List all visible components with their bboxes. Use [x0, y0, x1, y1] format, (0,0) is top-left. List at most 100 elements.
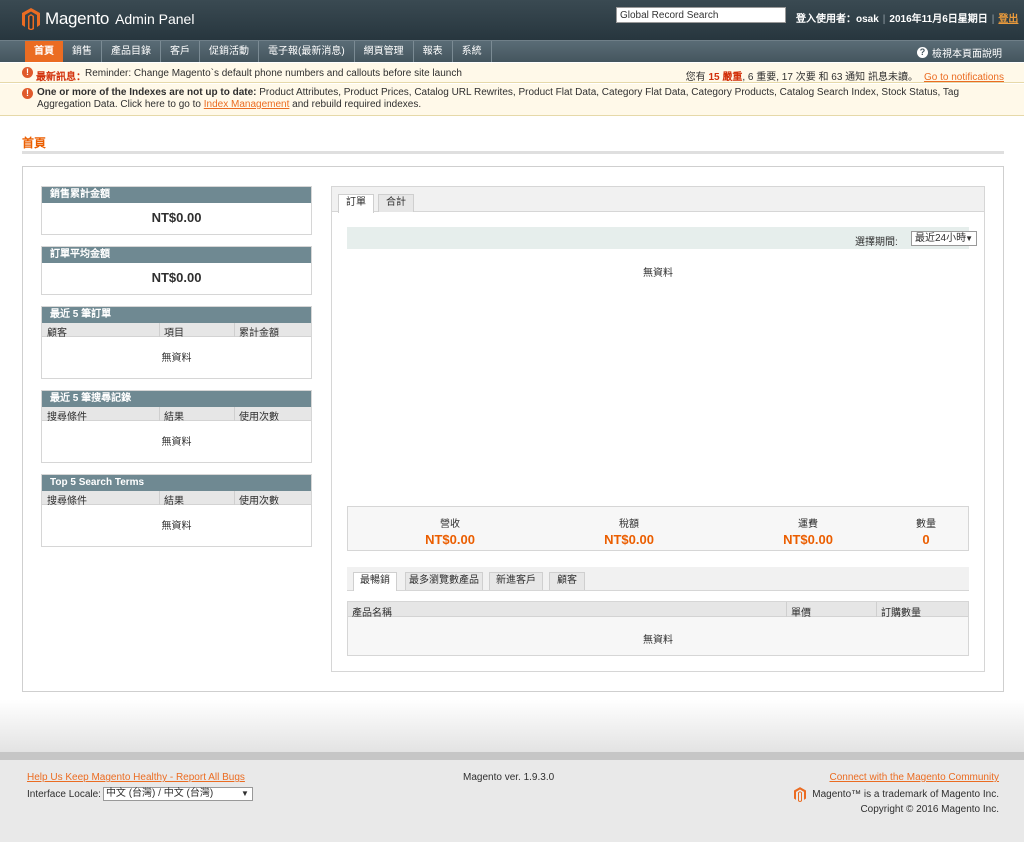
total-value: NT$0.00 [604, 532, 654, 547]
top-search-header: 搜尋條件 結果 使用次數 [42, 491, 311, 507]
magento-logo-icon [22, 8, 40, 30]
version-text: Magento ver. 1.9.3.0 [463, 772, 555, 783]
period-bar: 選擇期間: 最近24小時 ▼ [347, 227, 977, 249]
nav-item-reports[interactable]: 報表 [414, 41, 453, 62]
locale-select[interactable]: 中文 (台灣) / 中文 (台灣) ▼ [102, 787, 253, 801]
empty-message: 無資料 [643, 635, 673, 646]
column-header[interactable]: 累計金額 [239, 324, 279, 339]
dropdown-arrow-icon: ▼ [965, 234, 973, 243]
tab-new-customers[interactable]: 新進客戶 [489, 572, 543, 590]
unread-messages-summary: 您有 15 嚴重, 6 重要, 17 次要 和 63 通知 訊息未讀。 Go to… [686, 68, 1004, 83]
nav-item-sales[interactable]: 銷售 [63, 41, 102, 62]
column-header[interactable]: 訂購數量 [881, 604, 921, 619]
index-notice-bar: ! One or more of the Indexes are not up … [0, 84, 1024, 116]
footer: Help Us Keep Magento Healthy - Report Al… [0, 760, 1024, 842]
global-search-input[interactable] [616, 7, 786, 23]
current-date: 2016年11月6日星期日 [889, 14, 988, 25]
locale-value: 中文 (台灣) / 中文 (台灣) [105, 788, 214, 799]
locale-label: Interface Locale: [27, 788, 101, 800]
total-label: 運費 [798, 519, 818, 530]
products-tabs: 最暢銷 最多瀏覽數產品 新進客戶 顧客 [347, 567, 969, 591]
nav-item-customers[interactable]: 客戶 [161, 41, 200, 62]
critical-count: 15 嚴重 [708, 72, 743, 83]
chart-tabs: 訂單 合計 [332, 187, 984, 213]
column-header[interactable]: 使用次數 [239, 492, 279, 507]
period-label: 選擇期間: [855, 237, 898, 248]
total-label: 稅額 [619, 519, 639, 530]
trademark-text: Magento™ is a trademark of Magento Inc. [812, 789, 999, 800]
unread-prefix: 您有 [685, 72, 706, 83]
total-shipping: 運費 NT$0.00 [776, 515, 840, 547]
community-link[interactable]: Connect with the Magento Community [829, 772, 999, 783]
page-title: 首頁 [22, 136, 47, 150]
report-bugs-link[interactable]: Help Us Keep Magento Healthy - Report Al… [27, 772, 245, 783]
footer-divider [0, 752, 1024, 760]
column-header[interactable]: 單價 [791, 604, 811, 619]
column-header[interactable]: 產品名稱 [352, 604, 392, 619]
tab-orders[interactable]: 訂單 [338, 194, 374, 213]
unread-rest: , 6 重要, 17 次要 和 63 通知 訊息未讀。 [742, 72, 918, 83]
total-value: NT$0.00 [425, 532, 475, 547]
copyright-text: Copyright © 2016 Magento Inc. [860, 804, 999, 815]
totals-bar: 營收 NT$0.00 稅額 NT$0.00 運費 NT$0.00 數量 0 [347, 506, 969, 551]
main-nav: 首頁 銷售 產品目錄 客戶 促銷活動 電子報(最新消息) 網頁管理 報表 系統 … [0, 40, 1024, 62]
alert-icon: ! [22, 88, 33, 99]
nav-item-promotions[interactable]: 促銷活動 [200, 41, 259, 62]
index-management-link[interactable]: Index Management [204, 99, 290, 110]
nav-item-newsletter[interactable]: 電子報(最新消息) [259, 41, 355, 62]
chart-panel: 訂單 合計 選擇期間: 最近24小時 ▼ 無資料 營收 NT$0.00 稅額 N… [331, 186, 985, 672]
tab-most-viewed[interactable]: 最多瀏覽數產品 [405, 572, 483, 590]
chart-empty-message: 無資料 [643, 268, 673, 279]
nav-item-cms[interactable]: 網頁管理 [355, 41, 414, 62]
index-notice-after: and rebuild required indexes. [289, 99, 422, 110]
last-orders-box: 最近 5 筆訂單 顧客 項目 累計金額 無資料 [41, 306, 312, 379]
notice-label: 最新訊息： [36, 72, 86, 83]
logo-subtitle: Admin Panel [115, 11, 195, 27]
help-label: 檢視本頁面說明 [932, 49, 1002, 60]
help-icon: ? [917, 47, 928, 58]
total-label: 營收 [440, 519, 460, 530]
tab-amounts[interactable]: 合計 [378, 194, 414, 212]
last-search-box: 最近 5 筆搜尋記錄 搜尋條件 結果 使用次數 無資料 [41, 390, 312, 463]
locale-switcher: Interface Locale: 中文 (台灣) / 中文 (台灣) ▼ [27, 787, 253, 801]
total-revenue: 營收 NT$0.00 [418, 515, 482, 547]
products-grid: 產品名稱 單價 訂購數量 無資料 [347, 601, 969, 656]
total-tax: 稅額 NT$0.00 [597, 515, 661, 547]
last-search-title: 最近 5 筆搜尋記錄 [42, 391, 311, 407]
page-bottom-shade [0, 700, 1024, 752]
index-notice-text: One or more of the Indexes are not up to… [37, 87, 1007, 111]
system-notice-bar: ! 最新訊息： Reminder: Change Magento`s defau… [0, 63, 1024, 83]
nav-item-system[interactable]: 系統 [453, 41, 492, 62]
tab-bestsellers[interactable]: 最暢銷 [353, 572, 397, 591]
average-order-box: 訂單平均金額 NT$0.00 [41, 246, 312, 295]
total-label: 數量 [916, 519, 936, 530]
logo-text: Magento [45, 9, 110, 28]
top-search-title: Top 5 Search Terms [42, 475, 311, 491]
nav-item-dashboard[interactable]: 首頁 [25, 41, 63, 62]
lifetime-sales-value: NT$0.00 [151, 210, 202, 225]
column-header[interactable]: 搜尋條件 [47, 408, 87, 423]
user-info: 登入使用者：osak | 2016年11月6日星期日 | 登出 [796, 14, 1019, 25]
alert-icon: ! [22, 67, 33, 78]
empty-message: 無資料 [161, 521, 192, 532]
column-header[interactable]: 結果 [164, 408, 184, 423]
total-value: 0 [922, 532, 930, 547]
products-grid-header: 產品名稱 單價 訂購數量 [348, 602, 968, 619]
magento-logo[interactable]: Magento Admin Panel [22, 8, 194, 30]
help-link[interactable]: ? 檢視本頁面說明 [917, 45, 1002, 60]
column-header[interactable]: 搜尋條件 [47, 492, 87, 507]
column-header[interactable]: 使用次數 [239, 408, 279, 423]
notifications-link[interactable]: Go to notifications [924, 72, 1004, 83]
logout-link[interactable]: 登出 [998, 14, 1018, 25]
login-label: 登入使用者： [796, 14, 856, 25]
last-search-header: 搜尋條件 結果 使用次數 [42, 407, 311, 423]
empty-message: 無資料 [161, 437, 192, 448]
column-header[interactable]: 項目 [164, 324, 184, 339]
top-search-box: Top 5 Search Terms 搜尋條件 結果 使用次數 無資料 [41, 474, 312, 547]
tab-customers[interactable]: 顧客 [549, 572, 585, 590]
column-header[interactable]: 結果 [164, 492, 184, 507]
nav-item-catalog[interactable]: 產品目錄 [102, 41, 161, 62]
period-select[interactable]: 最近24小時 ▼ [911, 231, 977, 246]
lifetime-sales-box: 銷售累計金額 NT$0.00 [41, 186, 312, 235]
column-header[interactable]: 顧客 [47, 324, 67, 339]
